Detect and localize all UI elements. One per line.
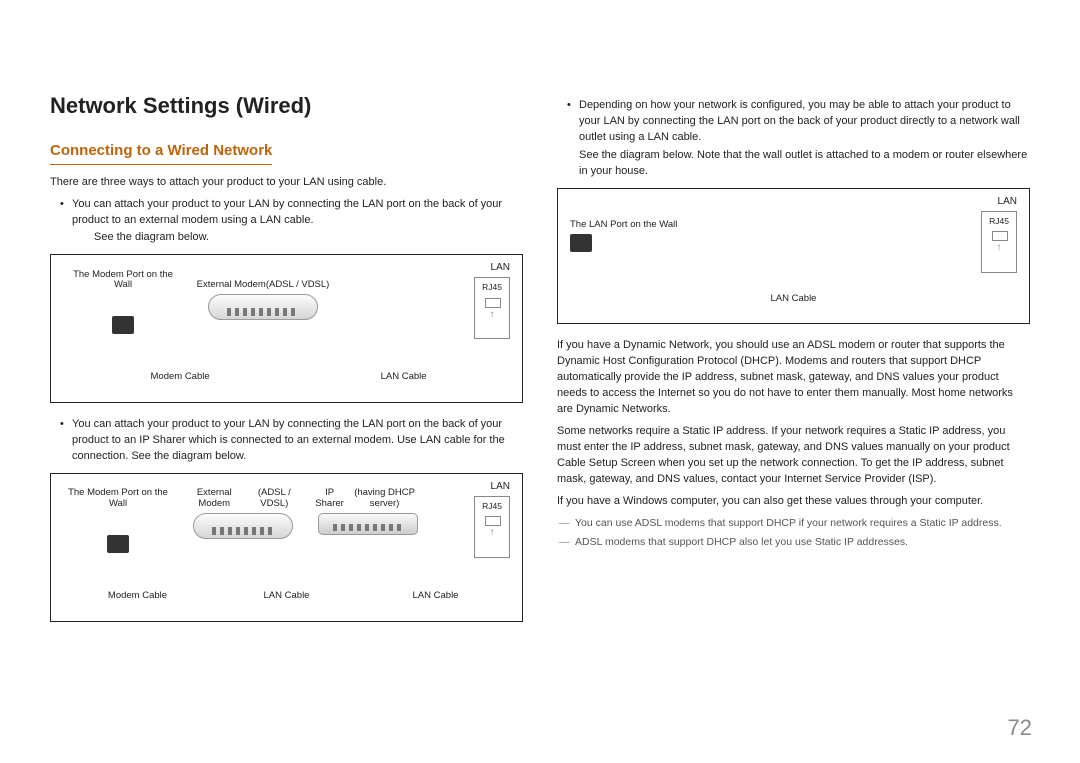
diagram-2: LAN RJ45 ↑ The Modem Port on the Wall Ex… bbox=[50, 473, 523, 622]
sharer-label: IP Sharer (having DHCP server) bbox=[313, 488, 423, 510]
bullet-3-sub: See the diagram below. Note that the wal… bbox=[579, 148, 1030, 180]
para-windows: If you have a Windows computer, you can … bbox=[557, 494, 1030, 510]
wall-port-icon bbox=[112, 316, 134, 334]
cable-2-label: LAN Cable bbox=[297, 370, 510, 384]
modem-label: External Modem (ADSL / VDSL) bbox=[197, 269, 330, 291]
left-column: Network Settings (Wired) Connecting to a… bbox=[50, 90, 523, 636]
section-subheading: Connecting to a Wired Network bbox=[50, 140, 272, 165]
modem-icon bbox=[208, 294, 318, 320]
cable-label: LAN Cable bbox=[570, 292, 1017, 306]
lan-label: LAN bbox=[998, 195, 1017, 210]
ip-sharer-icon bbox=[318, 513, 418, 535]
para-static: Some networks require a Static IP addres… bbox=[557, 424, 1030, 488]
rj45-port-icon: RJ45 ↑ bbox=[474, 277, 510, 339]
cable-1-label: Modem Cable bbox=[63, 589, 212, 603]
cable-2-label: LAN Cable bbox=[212, 589, 361, 603]
wall-port-icon bbox=[107, 535, 129, 553]
page-title: Network Settings (Wired) bbox=[50, 90, 523, 122]
cable-3-label: LAN Cable bbox=[361, 589, 510, 603]
rj45-port-icon: RJ45 ↑ bbox=[474, 496, 510, 558]
wall-port-icon bbox=[570, 234, 592, 252]
right-column: Depending on how your network is configu… bbox=[557, 90, 1030, 636]
rj45-port-icon: RJ45 ↑ bbox=[981, 211, 1017, 273]
wall-port-label: The Modem Port on the Wall bbox=[63, 269, 183, 291]
lan-label: LAN bbox=[491, 480, 510, 495]
intro-text: There are three ways to attach your prod… bbox=[50, 175, 523, 191]
note-2: ADSL modems that support DHCP also let y… bbox=[557, 535, 1030, 550]
diagram-3: LAN RJ45 ↑ The LAN Port on the Wall LAN … bbox=[557, 188, 1030, 325]
modem-icon bbox=[193, 513, 293, 539]
para-dynamic: If you have a Dynamic Network, you shoul… bbox=[557, 338, 1030, 418]
bullet-2: You can attach your product to your LAN … bbox=[50, 417, 523, 465]
wall-port-label: The Modem Port on the Wall bbox=[63, 488, 173, 510]
diagram-1: LAN RJ45 ↑ The Modem Port on the Wall Ex… bbox=[50, 254, 523, 403]
page-columns: Network Settings (Wired) Connecting to a… bbox=[50, 90, 1030, 636]
wall-port-label: The LAN Port on the Wall bbox=[570, 209, 677, 231]
bullet-1-sub: See the diagram below. bbox=[72, 230, 523, 246]
page-number: 72 bbox=[1008, 715, 1032, 741]
modem-label: External Modem (ADSL / VDSL) bbox=[183, 488, 303, 510]
lan-label: LAN bbox=[491, 261, 510, 276]
note-1: You can use ADSL modems that support DHC… bbox=[557, 516, 1030, 531]
bullet-1: You can attach your product to your LAN … bbox=[50, 197, 523, 247]
cable-1-label: Modem Cable bbox=[63, 370, 297, 384]
bullet-3: Depending on how your network is configu… bbox=[557, 98, 1030, 180]
